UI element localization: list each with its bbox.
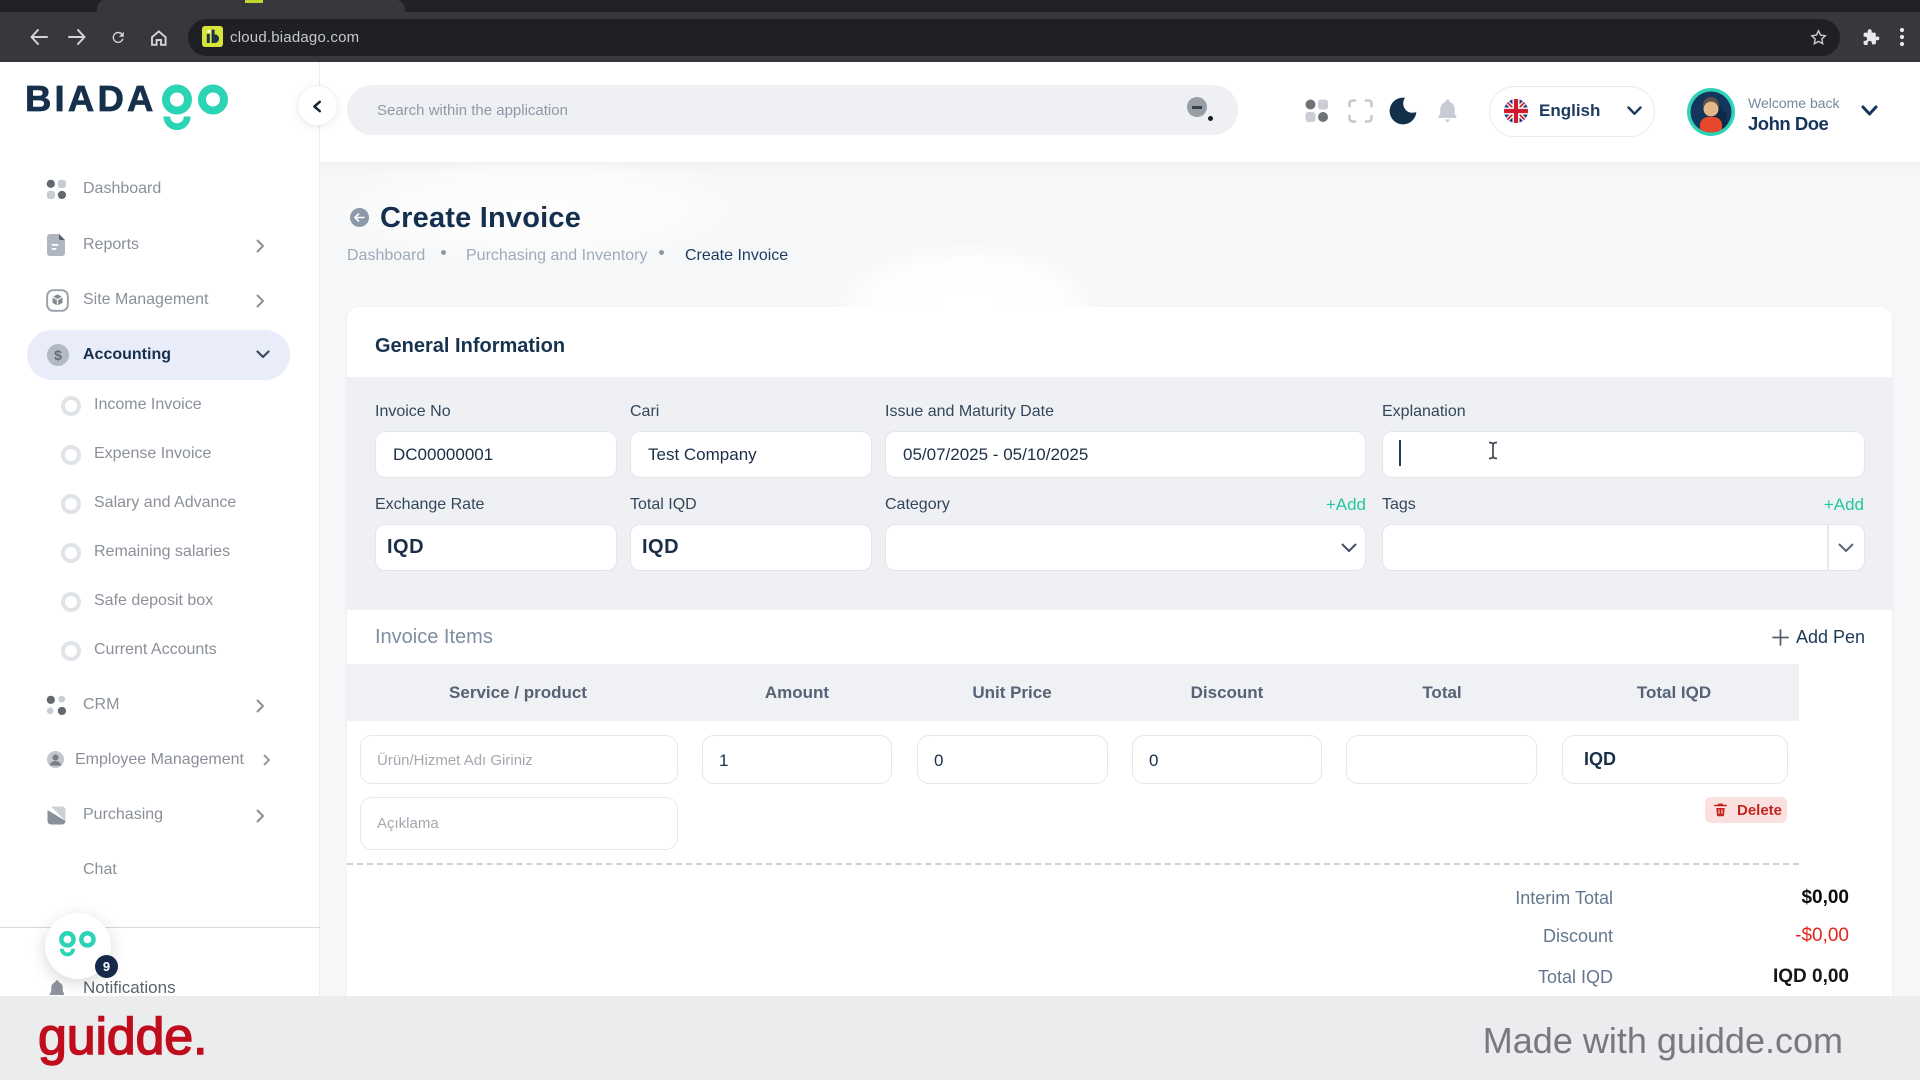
svg-text:$: $ bbox=[54, 347, 62, 363]
